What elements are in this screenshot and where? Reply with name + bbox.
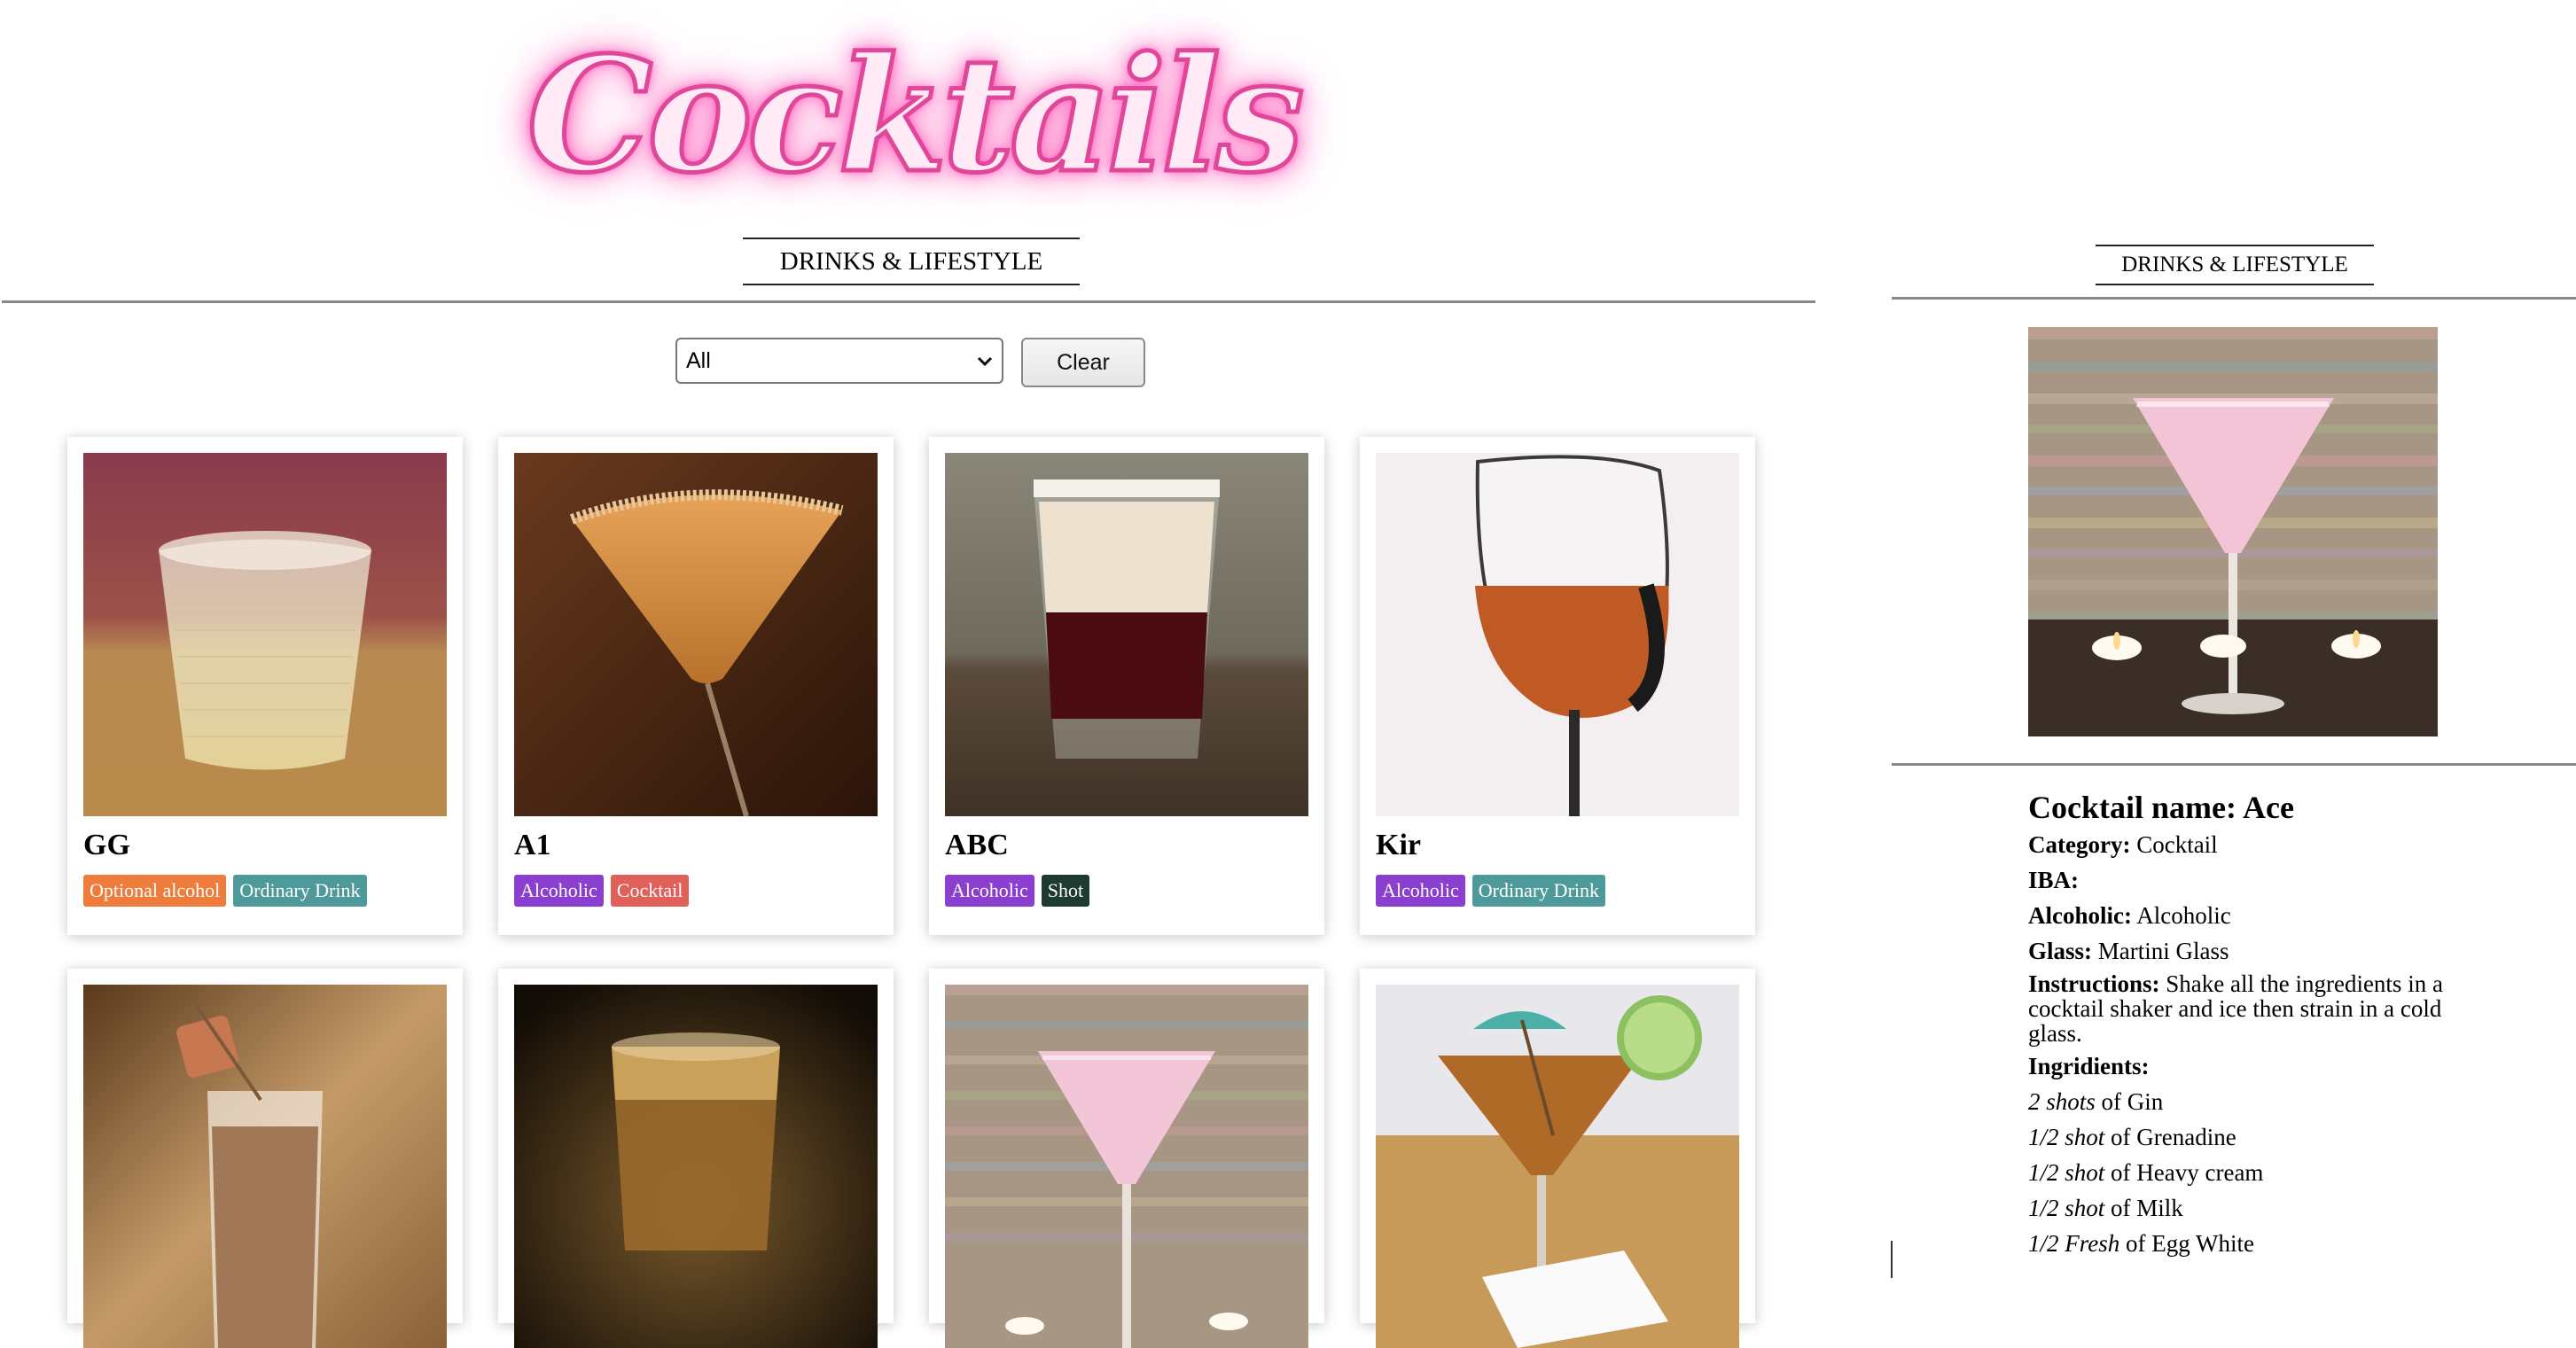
tag-badge: Ordinary Drink: [233, 875, 367, 907]
drink-name: A1: [514, 829, 551, 861]
ingredient-item: 1/2 shot of Heavy cream: [2028, 1159, 2264, 1186]
ingredients-heading: Ingridients:: [2028, 1051, 2445, 1081]
instructions-label: Instructions:: [2028, 970, 2160, 997]
ingredient-item: 1/2 Fresh of Egg White: [2028, 1230, 2254, 1257]
drink-card[interactable]: GG Optional alcohol Ordinary Drink: [67, 437, 463, 935]
drink-name: Kir: [1376, 829, 1421, 861]
category-select[interactable]: All: [675, 338, 1003, 384]
iba-label: IBA:: [2028, 867, 2080, 893]
drink-name: ABC: [945, 829, 1009, 861]
drink-card[interactable]: Kir Alcoholic Ordinary Drink: [1360, 437, 1755, 935]
logo-text: Cocktails: [525, 21, 1307, 207]
chevron-down-icon: [977, 349, 993, 372]
glass-label: Glass:: [2028, 938, 2093, 964]
category-value: Cocktail: [2136, 831, 2218, 858]
category-row: Category: Cocktail: [2028, 830, 2445, 860]
ingredient-item: 2 shots of Gin: [2028, 1088, 2164, 1115]
side-divider-bottom: [1892, 763, 2576, 766]
header-divider: [2, 300, 1815, 303]
tag-badge: Alcoholic: [945, 875, 1034, 907]
cocktail-title: Cocktail name: Ace: [2028, 790, 2294, 825]
glass-row: Glass: Martini Glass: [2028, 936, 2445, 966]
drink-card[interactable]: [929, 969, 1324, 1348]
drink-card[interactable]: [498, 969, 894, 1348]
drink-card[interactable]: A1 Alcoholic Cocktail: [498, 437, 894, 935]
drink-image[interactable]: [1376, 453, 1739, 816]
drink-card[interactable]: [1360, 969, 1755, 1348]
tag-badge: Alcoholic: [514, 875, 604, 907]
drink-tags: Alcoholic Cocktail: [514, 875, 690, 907]
alcoholic-label: Alcoholic:: [2028, 902, 2132, 929]
cocktail-detail-panel: DRINKS & LIFESTYLE Cocktail name: Ace Ca…: [1879, 0, 2576, 1278]
alcoholic-value: Alcoholic: [2136, 902, 2231, 929]
selected-drink-image: [2028, 327, 2438, 736]
category-label: Category:: [2028, 831, 2131, 858]
alcoholic-row: Alcoholic: Alcoholic: [2028, 900, 2445, 931]
drink-image[interactable]: [945, 453, 1308, 816]
drink-tags: Alcoholic Shot: [945, 875, 1090, 907]
drink-image[interactable]: [514, 985, 878, 1348]
drink-tags: Alcoholic Ordinary Drink: [1376, 875, 1606, 907]
drink-card[interactable]: [67, 969, 463, 1348]
ingredient-item: 1/2 shot of Grenadine: [2028, 1124, 2236, 1150]
drink-image[interactable]: [1376, 985, 1739, 1348]
instructions-row: Instructions: Shake all the ingredients …: [2028, 971, 2445, 1046]
header-tagline: DRINKS & LIFESTYLE: [743, 238, 1080, 285]
tag-badge: Ordinary Drink: [1471, 875, 1606, 907]
glass-value: Martini Glass: [2097, 938, 2229, 964]
filter-controls: All Clear: [675, 338, 1145, 387]
category-select-value: All: [686, 347, 711, 373]
drink-card[interactable]: ABC Alcoholic Shot: [929, 437, 1324, 935]
ingredient-item: 1/2 shot of Milk: [2028, 1195, 2183, 1221]
tag-badge: Shot: [1041, 875, 1090, 907]
iba-row: IBA:: [2028, 865, 2445, 895]
main-column: Cocktails DRINKS & LIFESTYLE All Clear G…: [0, 0, 1817, 1348]
cocktail-details: Cocktail name: Ace Category: Cocktail IB…: [2028, 790, 2445, 1264]
tag-badge: Alcoholic: [1376, 875, 1465, 907]
tag-badge: Optional alcohol: [83, 875, 227, 907]
drink-tags: Optional alcohol Ordinary Drink: [83, 875, 367, 907]
tag-badge: Cocktail: [610, 875, 690, 907]
drink-image[interactable]: [945, 985, 1308, 1348]
drink-image[interactable]: [83, 453, 447, 816]
cocktails-logo[interactable]: Cocktails: [525, 19, 1307, 210]
drink-name: GG: [83, 829, 130, 861]
ingredients-label: Ingridients:: [2028, 1053, 2150, 1079]
side-tagline: DRINKS & LIFESTYLE: [2096, 245, 2374, 285]
side-divider-top: [1892, 297, 2576, 300]
drink-image[interactable]: [83, 985, 447, 1348]
panel-edge-marker: [1891, 1241, 1893, 1278]
clear-button[interactable]: Clear: [1021, 338, 1145, 387]
drink-image[interactable]: [514, 453, 878, 816]
